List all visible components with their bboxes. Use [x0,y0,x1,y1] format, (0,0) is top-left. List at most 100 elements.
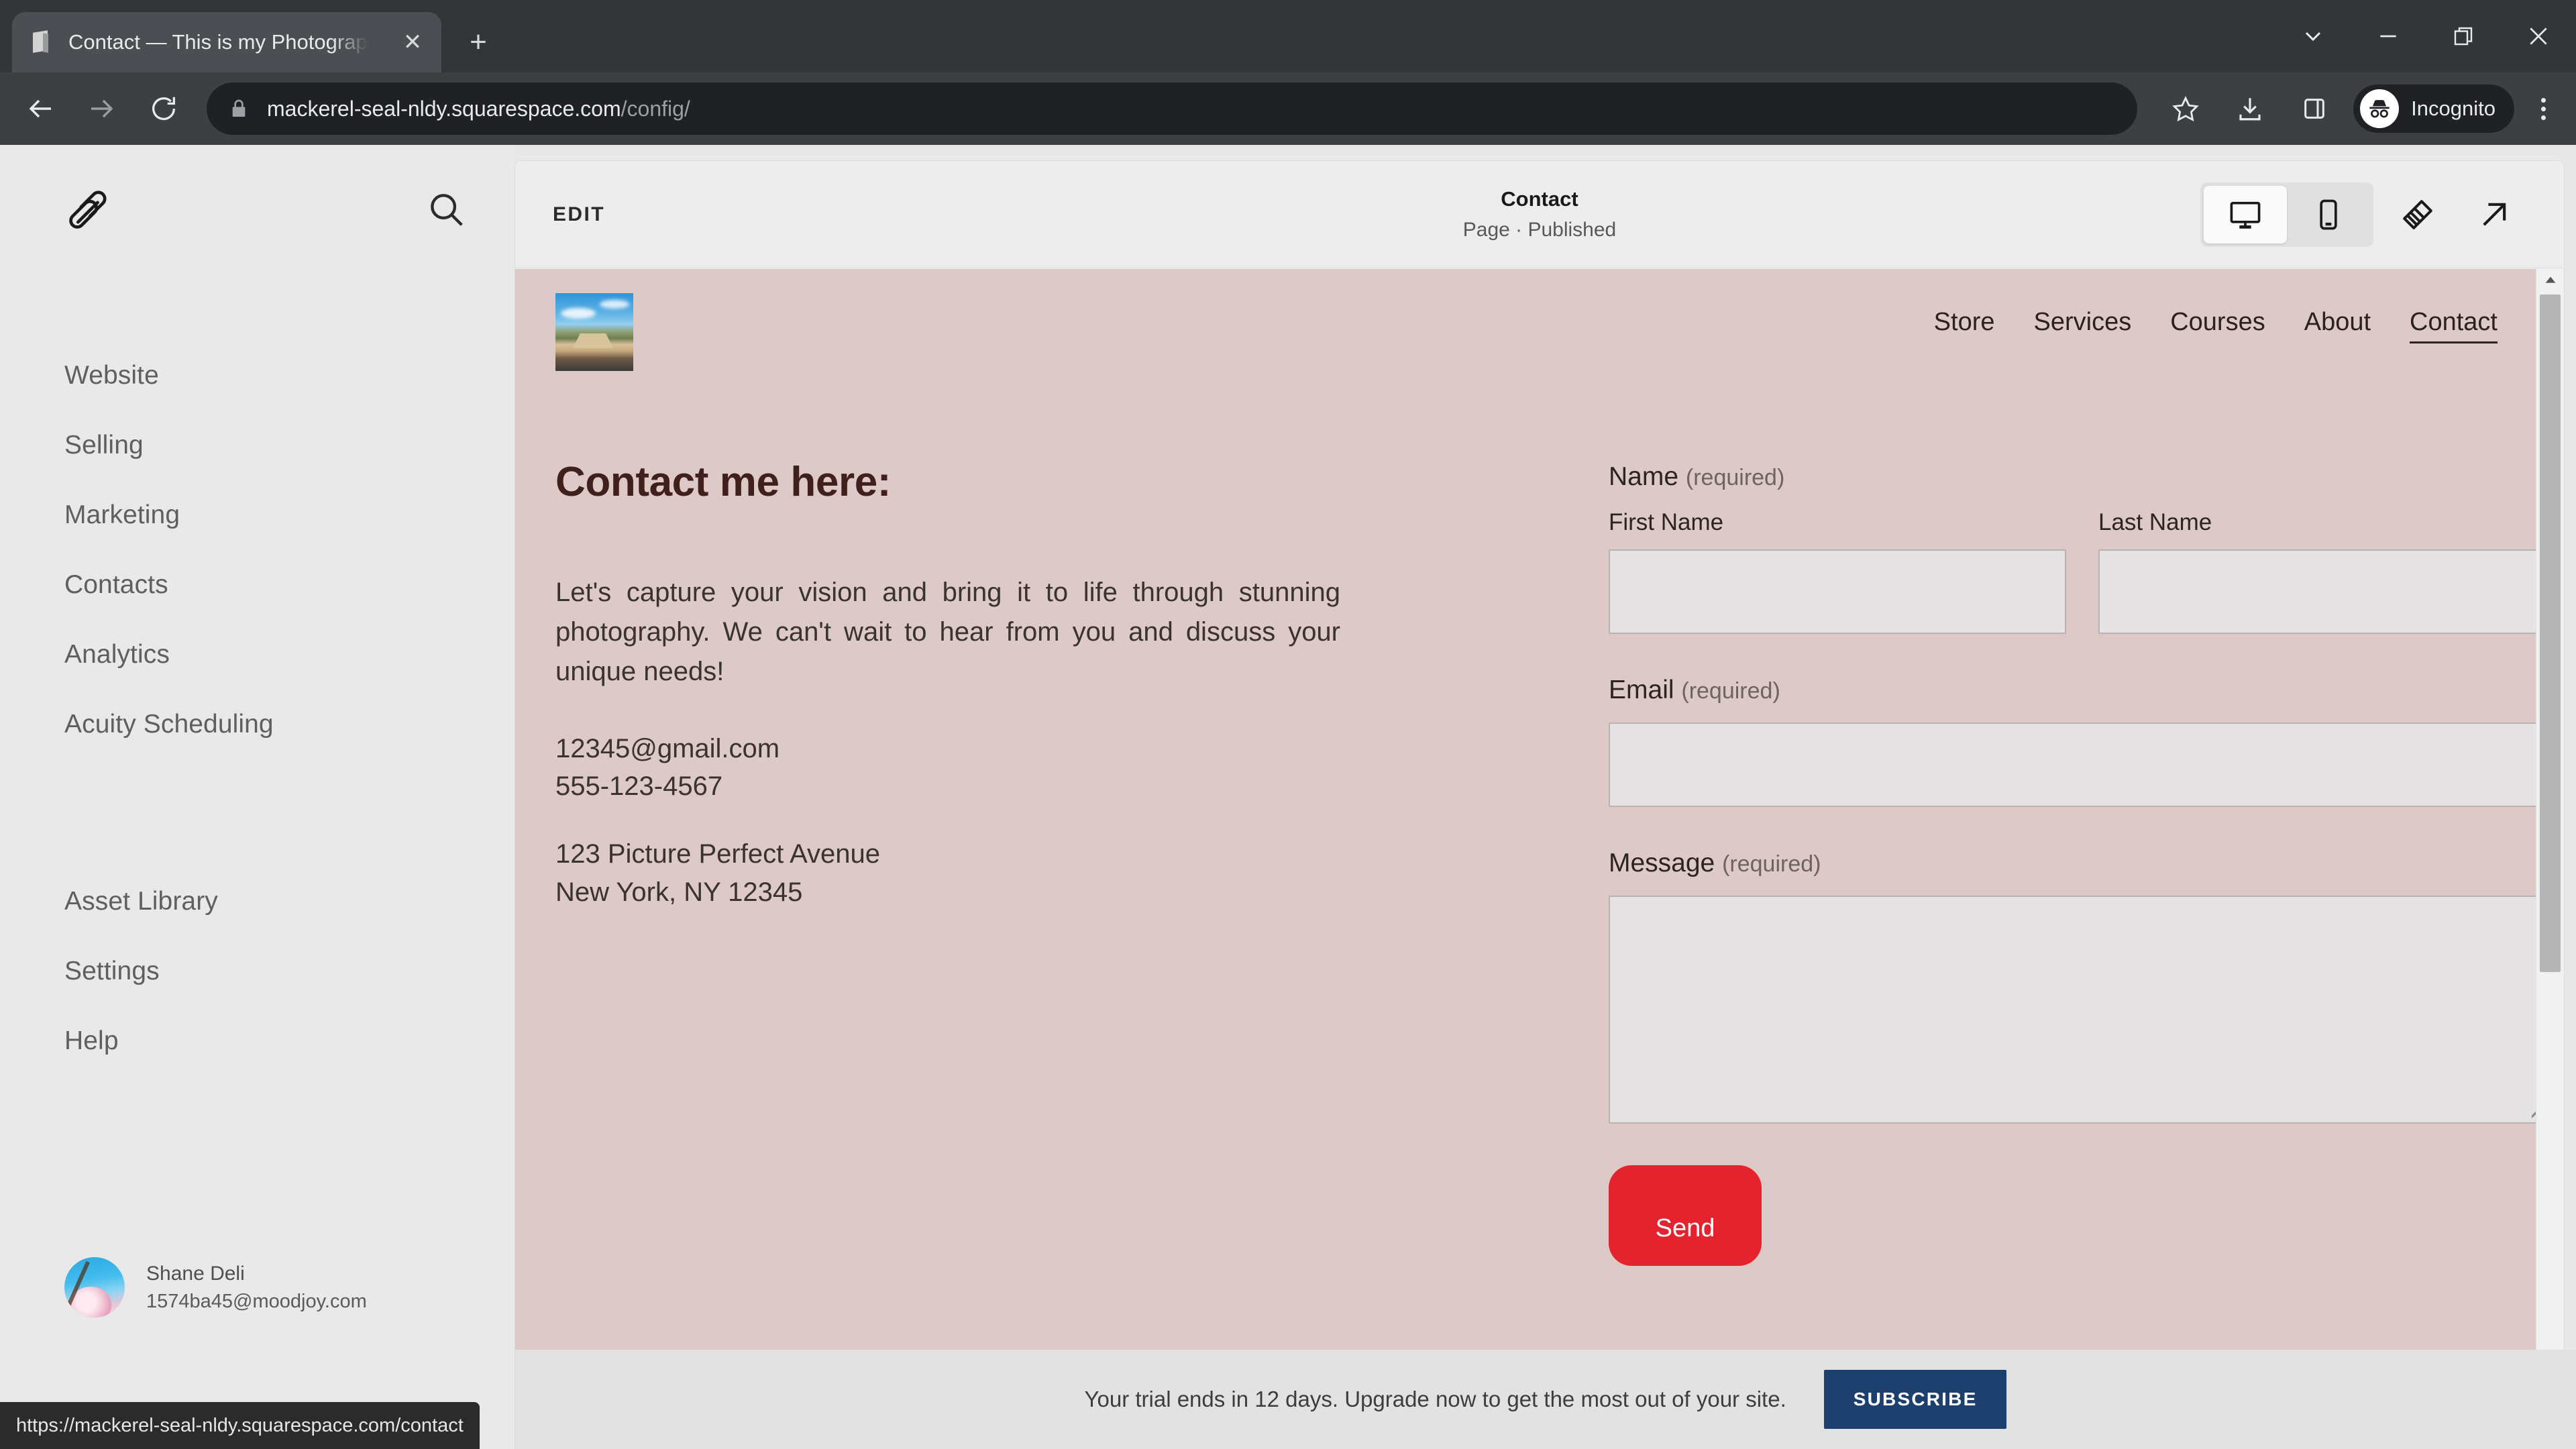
avatar [64,1257,125,1318]
sidebar-item-acuity-scheduling[interactable]: Acuity Scheduling [0,690,515,759]
sidebar-item-analytics[interactable]: Analytics [0,620,515,690]
sidebar-item-selling[interactable]: Selling [0,411,515,480]
plus-icon[interactable]: + [459,23,498,62]
browser-window: Contact — This is my Photograp ✕ + macke… [0,0,2576,1449]
star-icon[interactable] [2159,82,2212,136]
message-field-label: Message (required) [1609,849,2556,878]
paintbrush-icon[interactable] [2385,186,2450,244]
contact-paragraph: Let's capture your vision and bring it t… [555,578,1340,687]
download-icon[interactable] [2223,82,2277,136]
contact-phone: 555-123-4567 [555,771,723,802]
first-name-label: First Name [1609,509,1724,535]
email-label-text: Email [1609,676,1674,704]
sidebar-item-label: Selling [64,431,144,460]
site-viewport: Store Services Courses About Contact Con… [515,269,2564,1449]
edit-button[interactable]: EDIT [553,203,605,226]
message-group: Message (required) [1609,849,2556,1124]
sidebar-item-label: Settings [64,957,160,985]
contact-info-column: Contact me here: Let's capture your visi… [555,458,1535,1266]
side-panel-icon[interactable] [2288,82,2341,136]
sidebar-item-marketing[interactable]: Marketing [0,480,515,550]
site-navigation: Store Services Courses About Contact [1915,308,2517,343]
first-name-input[interactable] [1609,549,2066,634]
page-preview-panel: EDIT Contact Page · Published Store Serv… [515,161,2564,1449]
sidebar-item-label: Marketing [64,500,180,529]
tab-title: Contact — This is my Photograp [68,30,368,54]
trial-banner: Your trial ends in 12 days. Upgrade now … [515,1350,2576,1449]
browser-toolbar: mackerel-seal-nldy.squarespace.com/confi… [0,72,2576,145]
contact-address-line2: New York, NY 12345 [555,877,803,907]
close-window-button[interactable] [2501,0,2576,72]
sidebar-header [0,145,515,233]
contact-form: Name (required) First Name Last Name Ema… [1535,458,2556,1266]
site-nav-store[interactable]: Store [1915,308,2015,337]
sidebar-item-label: Website [64,361,159,390]
window-controls [2275,0,2576,72]
url-text: mackerel-seal-nldy.squarespace.com/confi… [267,96,690,121]
incognito-icon [2360,89,2400,128]
contact-address-line1: 123 Picture Perfect Avenue [555,839,881,869]
address-bar[interactable]: mackerel-seal-nldy.squarespace.com/confi… [207,83,2138,135]
scroll-up-arrow-icon[interactable] [2536,269,2564,292]
preview-controls [2200,182,2526,247]
subscribe-button[interactable]: SUBSCRIBE [1823,1370,2007,1429]
sidebar-item-label: Contacts [64,570,168,599]
reload-icon[interactable] [137,82,191,136]
user-name: Shane Deli [146,1262,245,1285]
site-nav-courses[interactable]: Courses [2151,308,2285,337]
browser-tab[interactable]: Contact — This is my Photograp ✕ [12,12,441,72]
sidebar-item-label: Analytics [64,640,170,669]
email-input[interactable] [1609,722,2556,807]
contact-heading: Contact me here: [555,459,892,505]
sidebar-user-account[interactable]: Shane Deli 1574ba45@moodjoy.com [0,1257,515,1318]
name-field-label: Name (required) [1609,462,2556,492]
tab-search-button[interactable] [2275,0,2351,72]
close-icon[interactable]: ✕ [398,28,427,56]
user-info: Shane Deli 1574ba45@moodjoy.com [146,1263,367,1313]
first-name-group: First Name [1609,509,2066,634]
search-icon[interactable] [425,189,467,230]
back-arrow-icon[interactable] [13,82,67,136]
message-textarea[interactable] [1609,896,2556,1124]
last-name-label: Last Name [2098,509,2212,535]
site-nav-services[interactable]: Services [2015,308,2151,337]
sidebar-item-help[interactable]: Help [0,1006,515,1076]
site-content: Contact me here: Let's capture your visi… [515,371,2564,1266]
sidebar-item-label: Acuity Scheduling [64,710,274,739]
kebab-menu-icon[interactable] [2520,82,2567,136]
sidebar-item-label: Help [64,1026,119,1055]
last-name-group: Last Name [2098,509,2556,634]
site-logo-image[interactable] [555,293,633,371]
maximize-button[interactable] [2426,0,2501,72]
lock-icon [228,98,250,119]
incognito-label: Incognito [2411,97,2496,120]
sidebar-item-settings[interactable]: Settings [0,936,515,1006]
forward-arrow-icon[interactable] [75,82,129,136]
desktop-icon[interactable] [2204,185,2287,244]
tab-strip: Contact — This is my Photograp ✕ + [0,0,2576,72]
preview-scrollbar[interactable] [2536,269,2564,1449]
site-nav-contact[interactable]: Contact [2390,308,2517,343]
mobile-icon[interactable] [2287,186,2370,244]
email-field-label: Email (required) [1609,676,2556,705]
sidebar-item-asset-library[interactable]: Asset Library [0,867,515,936]
incognito-indicator[interactable]: Incognito [2353,85,2514,133]
message-required-text: (required) [1722,851,1821,877]
sidebar-item-website[interactable]: Website [0,341,515,411]
minimize-button[interactable] [2351,0,2426,72]
sidebar-divider-gap [0,759,515,867]
scrollbar-thumb[interactable] [2540,294,2561,972]
site-nav-about[interactable]: About [2285,308,2390,337]
status-bar-url: https://mackerel-seal-nldy.squarespace.c… [0,1402,480,1449]
last-name-input[interactable] [2098,549,2556,634]
message-label-text: Message [1609,849,1715,877]
box-favicon [28,30,54,55]
name-row: First Name Last Name [1609,509,2556,634]
user-email: 1574ba45@moodjoy.com [146,1290,367,1312]
send-button[interactable]: Send [1609,1165,1762,1266]
preview-toolbar: EDIT Contact Page · Published [515,161,2564,268]
email-required-text: (required) [1681,678,1780,704]
squarespace-logo-icon[interactable] [64,185,113,233]
external-link-arrow-icon[interactable] [2462,186,2526,244]
sidebar-item-contacts[interactable]: Contacts [0,550,515,620]
